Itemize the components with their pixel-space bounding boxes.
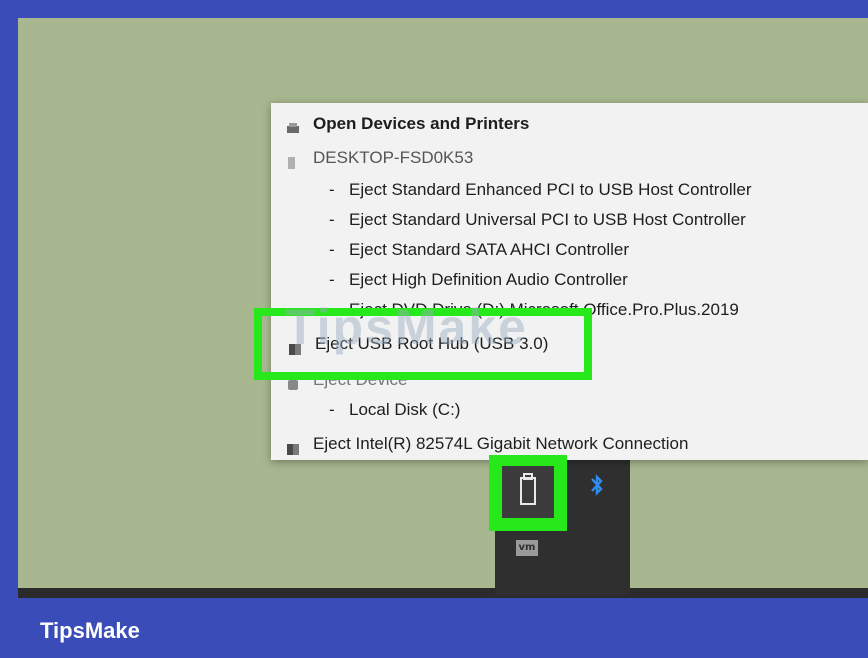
eject-sata-item[interactable]: - Eject Standard SATA AHCI Controller — [329, 235, 629, 265]
network-adapter-icon — [285, 437, 301, 455]
taskbar — [18, 588, 868, 598]
open-devices-item[interactable]: Open Devices and Printers — [285, 109, 529, 139]
computer-icon — [285, 151, 301, 169]
watermark: TipsMake — [285, 299, 528, 355]
eject-pci-enhanced-item[interactable]: - Eject Standard Enhanced PCI to USB Host… — [329, 175, 752, 205]
vmware-icon[interactable]: vm — [516, 540, 538, 556]
eject-pci-universal-item[interactable]: - Eject Standard Universal PCI to USB Hos… — [329, 205, 746, 235]
eject-audio-item[interactable]: - Eject High Definition Audio Controller — [329, 265, 628, 295]
bluetooth-icon[interactable] — [588, 472, 606, 498]
computer-name-item: DESKTOP-FSD0K53 — [285, 143, 473, 173]
eject-context-menu: Open Devices and Printers DESKTOP-FSD0K5… — [271, 103, 868, 460]
brand-logo: TipsMake — [40, 618, 140, 643]
devices-printers-icon — [285, 117, 301, 133]
usb-drive-icon[interactable] — [502, 466, 554, 518]
eject-network-item[interactable]: Eject Intel(R) 82574L Gigabit Network Co… — [285, 429, 688, 459]
local-disk-item[interactable]: - Local Disk (C:) — [329, 395, 460, 425]
